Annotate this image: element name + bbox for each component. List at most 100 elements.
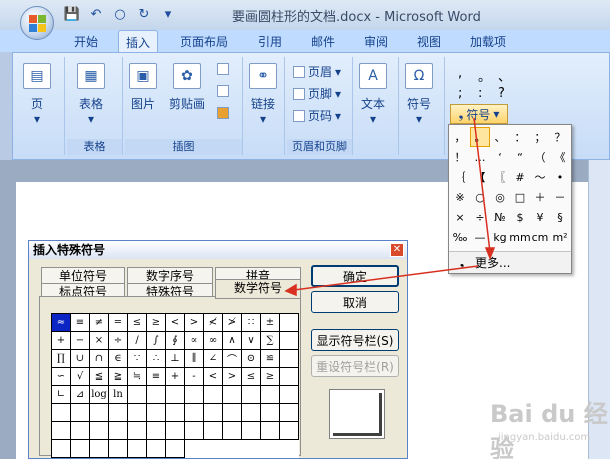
symbol-dropdown-button[interactable]: ❟ 符号 ▾: [450, 104, 508, 124]
math-symbol-cell[interactable]: <: [204, 368, 223, 386]
math-symbol-cell[interactable]: [280, 332, 299, 350]
math-symbol-cell[interactable]: ∫: [147, 332, 166, 350]
redo-icon[interactable]: ↻: [134, 5, 154, 23]
math-symbol-cell[interactable]: ⊙: [242, 350, 261, 368]
circle-icon[interactable]: ○: [110, 5, 130, 23]
math-symbol-cell[interactable]: ⊿: [71, 386, 90, 404]
math-symbol-cell[interactable]: -: [185, 368, 204, 386]
math-symbol-cell[interactable]: ∑: [261, 332, 280, 350]
math-symbol-cell[interactable]: ≧: [109, 368, 128, 386]
math-symbol-cell[interactable]: [128, 422, 147, 440]
dropdown-symbol-cell[interactable]: §: [550, 207, 570, 227]
pages-button[interactable]: ▤ 页 ▾: [23, 63, 51, 126]
dropdown-symbol-cell[interactable]: №: [490, 207, 510, 227]
dropdown-symbol-cell[interactable]: …: [470, 147, 490, 167]
tab-addins[interactable]: 加载项: [470, 33, 506, 50]
dropdown-symbol-cell[interactable]: $: [510, 207, 530, 227]
dropdown-symbol-cell[interactable]: ，: [450, 127, 470, 147]
dropdown-symbol-cell[interactable]: ○: [470, 187, 490, 207]
math-symbol-cell[interactable]: log: [90, 386, 109, 404]
math-symbol-cell[interactable]: >: [185, 314, 204, 332]
math-symbol-cell[interactable]: [166, 386, 185, 404]
tab-math-symbols[interactable]: 数学符号: [215, 279, 301, 299]
symbols-button[interactable]: Ω 符号 ▾: [405, 63, 433, 126]
math-symbol-cell[interactable]: [280, 350, 299, 368]
math-symbol-cell[interactable]: [128, 386, 147, 404]
math-symbol-cell[interactable]: [71, 404, 90, 422]
dropdown-symbol-cell[interactable]: mm: [509, 227, 530, 247]
math-symbol-cell[interactable]: [204, 404, 223, 422]
dropdown-symbol-cell[interactable]: —: [470, 227, 490, 247]
tab-review[interactable]: 审阅: [364, 33, 388, 50]
math-symbol-cell[interactable]: ∏: [52, 350, 71, 368]
math-symbol-cell[interactable]: ∩: [90, 350, 109, 368]
symbol-colon[interactable]: :: [478, 86, 482, 101]
math-symbol-cell[interactable]: ∧: [223, 332, 242, 350]
math-symbol-cell[interactable]: ≮: [204, 314, 223, 332]
math-symbol-cell[interactable]: [223, 404, 242, 422]
math-symbol-cell[interactable]: ⊥: [166, 350, 185, 368]
dropdown-symbol-cell[interactable]: cm: [530, 227, 550, 247]
show-symbol-bar-button[interactable]: 显示符号栏(S): [311, 329, 399, 351]
tab-view[interactable]: 视图: [417, 33, 441, 50]
math-symbol-cell[interactable]: ±: [261, 314, 280, 332]
math-symbol-cell[interactable]: [223, 422, 242, 440]
symbol-enum-comma[interactable]: 、: [498, 66, 511, 85]
undo-icon[interactable]: ↶: [86, 5, 106, 23]
cancel-button[interactable]: 取消: [311, 291, 399, 313]
math-symbol-cell[interactable]: √: [71, 368, 90, 386]
math-symbol-cell[interactable]: [204, 422, 223, 440]
tab-references[interactable]: 引用: [258, 33, 282, 50]
ok-button[interactable]: 确定: [311, 265, 399, 287]
picture-button[interactable]: ▣ 图片: [129, 63, 157, 112]
math-symbol-cell[interactable]: [280, 368, 299, 386]
math-symbol-cell[interactable]: [166, 440, 185, 458]
math-symbol-cell[interactable]: ≡: [147, 368, 166, 386]
math-symbol-cell[interactable]: +: [52, 332, 71, 350]
math-symbol-cell[interactable]: ∥: [185, 350, 204, 368]
math-symbol-cell[interactable]: ∈: [109, 350, 128, 368]
math-symbol-cell[interactable]: [185, 386, 204, 404]
dropdown-symbol-cell[interactable]: ×: [450, 207, 470, 227]
math-symbol-cell[interactable]: [280, 386, 299, 404]
math-symbol-cell[interactable]: ∠: [204, 350, 223, 368]
math-symbol-cell[interactable]: ≤: [128, 314, 147, 332]
dropdown-symbol-cell[interactable]: ＋: [530, 187, 550, 207]
math-symbol-cell[interactable]: ≠: [90, 314, 109, 332]
dropdown-symbol-cell[interactable]: 、: [490, 127, 510, 147]
dropdown-symbol-cell[interactable]: ～: [530, 167, 550, 187]
math-symbol-cell[interactable]: [261, 386, 280, 404]
math-symbol-cell[interactable]: [166, 404, 185, 422]
math-symbol-cell[interactable]: ∨: [242, 332, 261, 350]
math-symbol-cell[interactable]: +: [166, 368, 185, 386]
tab-home[interactable]: 开始: [74, 33, 98, 50]
tab-insert[interactable]: 插入: [118, 30, 159, 53]
math-symbol-cell[interactable]: [242, 386, 261, 404]
dropdown-symbol-cell[interactable]: #: [510, 167, 530, 187]
math-symbol-cell[interactable]: ln: [109, 386, 128, 404]
dropdown-symbol-cell[interactable]: ‰: [450, 227, 470, 247]
math-symbol-cell[interactable]: −: [71, 332, 90, 350]
math-symbol-cell[interactable]: [261, 404, 280, 422]
dropdown-symbol-cell[interactable]: 〖: [490, 167, 510, 187]
math-symbol-cell[interactable]: [242, 422, 261, 440]
symbol-semicolon[interactable]: ;: [458, 86, 462, 101]
save-icon[interactable]: 💾: [62, 5, 82, 23]
math-symbol-cell[interactable]: [147, 404, 166, 422]
dropdown-symbol-cell[interactable]: ¥: [530, 207, 550, 227]
math-symbol-cell[interactable]: [166, 422, 185, 440]
dropdown-symbol-cell[interactable]: kg: [490, 227, 510, 247]
links-button[interactable]: ⚭ 链接 ▾: [249, 63, 277, 126]
math-symbol-cell[interactable]: [147, 440, 166, 458]
dropdown-symbol-cell[interactable]: ※: [450, 187, 470, 207]
math-symbol-cell[interactable]: [128, 440, 147, 458]
pagenum-button[interactable]: 页码 ▾: [293, 107, 341, 124]
chart-icon[interactable]: [217, 107, 229, 119]
math-symbol-cell[interactable]: [71, 422, 90, 440]
dropdown-symbol-cell[interactable]: ！: [450, 147, 470, 167]
math-symbol-cell[interactable]: [109, 440, 128, 458]
math-symbol-cell[interactable]: ≡: [71, 314, 90, 332]
tab-unit-symbols[interactable]: 单位符号: [41, 267, 125, 284]
math-symbol-cell[interactable]: /: [128, 332, 147, 350]
math-symbol-cell[interactable]: ∪: [71, 350, 90, 368]
